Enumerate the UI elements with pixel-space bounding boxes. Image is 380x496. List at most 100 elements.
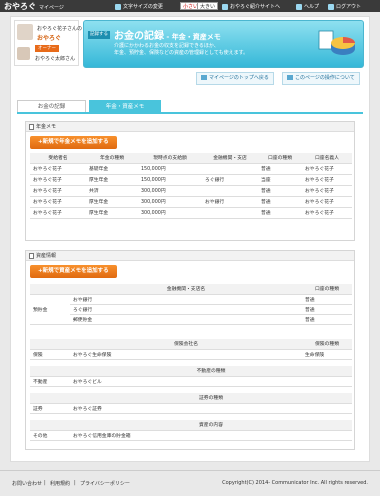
table-row[interactable]: おやろぐ花子 共済 300,000円 普通 おやろぐ花子: [30, 185, 352, 197]
table-cell: 普通: [302, 314, 352, 325]
site-icon: [222, 3, 228, 10]
hero-desc-line: 年金、預貯金、保険などの資産の管理録としても使えます。: [114, 50, 249, 56]
info-icon: [287, 75, 293, 80]
help-link[interactable]: ヘルプ: [296, 3, 319, 10]
assets-section: 資産情報 +新規で資産メモを追加する 金融機関・支店名 口座の種類 預貯金 おや…: [25, 250, 355, 450]
table-row[interactable]: 証券 おやろぐ証券: [30, 403, 352, 414]
column-header: 金融機関・支店: [202, 153, 258, 164]
category-label: 保険: [30, 349, 70, 360]
securities-table: 証券の種類 証券 おやろぐ証券: [30, 393, 352, 414]
font-size-label: 文字サイズの変更: [115, 3, 163, 10]
table-row[interactable]: 保険 おやろぐ生命保険 生命保険: [30, 349, 352, 360]
table-cell: 厚生年金: [86, 196, 138, 208]
table-cell: [202, 207, 258, 219]
table-cell: おやろぐ花子: [30, 185, 86, 197]
about-page-button[interactable]: このページの操作について: [282, 72, 360, 85]
site-link-label: おやろぐ紹介サイトへ: [230, 4, 281, 10]
tab-underline: [17, 112, 363, 114]
pie-chart-icon: [318, 30, 355, 55]
table-row[interactable]: おやろぐ花子 基礎年金 150,000円 普通 おやろぐ花子: [30, 163, 352, 175]
table-cell: 共済: [86, 185, 138, 197]
help-icon: [296, 3, 302, 10]
table-row[interactable]: 預貯金 おや銀行 普通: [30, 294, 352, 325]
owner-name: おやろぐ太郎さん: [35, 56, 76, 62]
column-header: 口座名義人: [302, 153, 352, 164]
table-cell: おや銀行: [202, 196, 258, 208]
table-row[interactable]: 郵便貯金 普通: [30, 314, 352, 325]
back-to-top-button[interactable]: マイページのトップへ戻る: [196, 72, 274, 85]
viewer-line: おやろぐ花子さんの: [37, 26, 83, 32]
copyright: Copyright(C) 2014- Communicator Inc. All…: [222, 480, 368, 486]
table-cell: おやろぐ証券: [70, 403, 352, 414]
pension-section: 年金メモ +新規で年金メモを追加する 受給者名 年金の種類 現時点の支給額 金融…: [25, 121, 355, 241]
hero-desc-line: 介護にかかわるお金の収支を記録できるほか、: [114, 43, 219, 49]
table-cell: 郵便貯金: [70, 314, 302, 325]
column-header: 金融機関・支店名: [70, 284, 302, 295]
column-header: 口座の種類: [258, 153, 302, 164]
category-label: 不動産: [30, 376, 70, 387]
table-cell: 150,000円: [138, 163, 202, 175]
pension-section-title: 年金メモ: [36, 124, 57, 130]
category-header-blank: [30, 420, 70, 431]
savings-table: 金融機関・支店名 口座の種類 預貯金 おや銀行 普通 ろぐ銀行 普通 郵便貯金 …: [30, 284, 352, 325]
table-cell: ろぐ銀行: [202, 174, 258, 186]
page-title-sub: - 年金・資産メモ: [164, 33, 221, 41]
table-row[interactable]: おやろぐ花子 厚生年金 150,000円 ろぐ銀行 当座 おやろぐ花子: [30, 174, 352, 186]
assets-section-title: 資産情報: [36, 253, 57, 259]
contact-link[interactable]: お問い合わせ: [12, 480, 42, 487]
page-title: お金の記録 - 年金・資産メモ: [114, 27, 221, 42]
table-cell: おやろぐ花子: [302, 207, 352, 219]
column-header: 資産の内容: [70, 420, 352, 431]
table-row[interactable]: おやろぐ花子 厚生年金 300,000円 おや銀行 普通 おやろぐ花子: [30, 196, 352, 208]
font-large-button[interactable]: 大きい: [197, 2, 219, 10]
insurance-table: 保険会社名 保険の種類 保険 おやろぐ生命保険 生命保険: [30, 339, 352, 360]
add-asset-button[interactable]: +新規で資産メモを追加する: [30, 265, 117, 278]
table-cell: ろぐ銀行: [70, 304, 302, 315]
site-link[interactable]: おやろぐ紹介サイトへ: [222, 3, 280, 10]
pension-table: 受給者名 年金の種類 現時点の支給額 金融機関・支店 口座の種類 口座名義人 お…: [30, 153, 352, 219]
category-label: 預貯金: [30, 294, 70, 325]
logout-label: ログアウト: [336, 4, 362, 10]
table-cell: おやろぐ花子: [30, 174, 86, 186]
table-cell: 生命保険: [302, 349, 352, 360]
brand-name: おやろぐ: [4, 2, 36, 11]
column-header: 口座の種類: [302, 284, 352, 295]
column-header: 保険の種類: [302, 339, 352, 350]
table-row[interactable]: おやろぐ花子 厚生年金 300,000円 普通 おやろぐ花子: [30, 207, 352, 219]
memo-icon: [29, 253, 34, 259]
top-bar: おやろぐ マイページ 文字サイズの変更 小さい 大きい おやろぐ紹介サイトへ ヘル…: [0, 0, 380, 12]
table-row[interactable]: その他 おやろぐ信用金庫の貯金箱: [30, 430, 352, 441]
add-pension-button[interactable]: +新規で年金メモを追加する: [30, 136, 117, 149]
table-cell: 普通: [302, 294, 352, 305]
table-cell: おやろぐ花子: [30, 163, 86, 175]
table-row[interactable]: 不動産 おやろぐビル: [30, 376, 352, 387]
footer-divider: |: [74, 480, 76, 486]
table-cell: [202, 185, 258, 197]
privacy-link[interactable]: プライバシーポリシー: [80, 480, 130, 487]
other-assets-table: 資産の内容 その他 おやろぐ信用金庫の貯金箱: [30, 420, 352, 441]
table-cell: 普通: [258, 163, 302, 175]
assets-section-header: 資産情報: [26, 251, 354, 261]
table-cell: [202, 163, 258, 175]
column-header: 受給者名: [30, 153, 86, 164]
table-cell: おやろぐ花子: [302, 185, 352, 197]
table-cell: 普通: [258, 185, 302, 197]
table-row[interactable]: ろぐ銀行 普通: [30, 304, 352, 315]
about-page-label: このページの操作について: [295, 75, 355, 81]
table-cell: おやろぐ花子: [30, 196, 86, 208]
brand-logo[interactable]: おやろぐ マイページ: [4, 1, 64, 12]
footer: お問い合わせ | 利用規約 | プライバシーポリシー Copyright(C) …: [0, 470, 380, 496]
viewer-avatar: [17, 24, 33, 40]
footer-divider: |: [44, 480, 46, 486]
back-to-top-label: マイページのトップへ戻る: [209, 75, 269, 81]
table-cell: おやろぐ花子: [302, 196, 352, 208]
book-icon: [201, 75, 207, 80]
table-cell: 300,000円: [138, 207, 202, 219]
category-header-blank: [30, 339, 70, 350]
terms-link[interactable]: 利用規約: [50, 480, 70, 487]
table-cell: 普通: [258, 196, 302, 208]
table-cell: おやろぐ信用金庫の貯金箱: [70, 430, 352, 441]
logout-link[interactable]: ログアウト: [328, 3, 361, 10]
category-label: その他: [30, 430, 70, 441]
pension-header-row: 受給者名 年金の種類 現時点の支給額 金融機関・支店 口座の種類 口座名義人: [30, 153, 352, 164]
